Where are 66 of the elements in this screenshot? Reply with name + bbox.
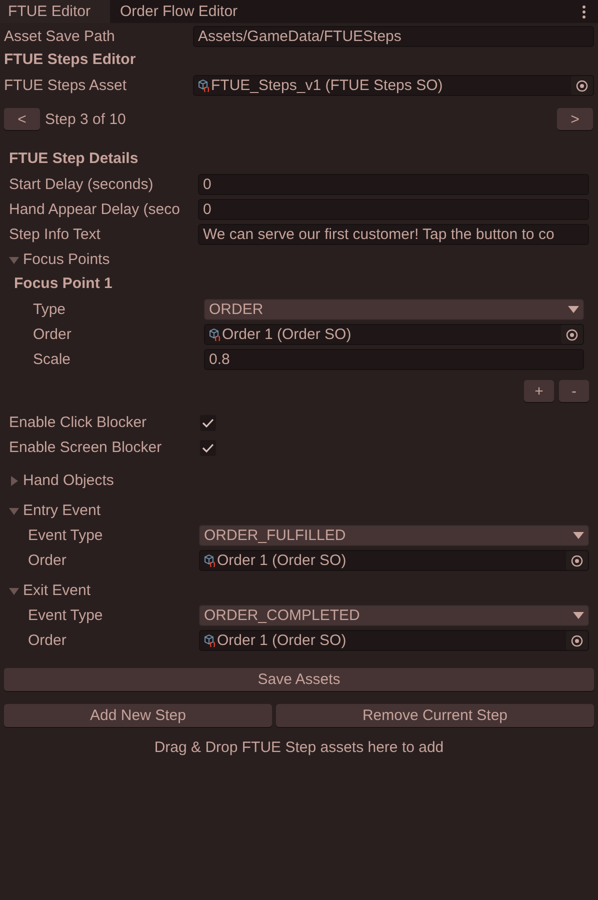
field-label: Scale [32,351,72,368]
dropdown-arrow-icon [573,612,584,619]
field-label: Event Type [27,607,104,624]
previous-button[interactable]: < [4,108,40,130]
asset-icon [204,554,216,568]
asset-icon [198,78,210,92]
focus-point-title: Focus Point 1 [14,275,114,294]
object-field[interactable]: FTUE_Steps_v1 (FTUE Steps SO) [193,75,594,96]
field-label: FTUE Steps Asset [4,77,128,94]
object-field[interactable]: Order 1 (Order SO) [204,324,584,345]
input-field[interactable]: 0 [198,174,589,195]
dropdown-field[interactable]: ORDER_FULFILLED [199,525,589,546]
field-label: Order [27,632,68,649]
remove-button[interactable]: - [559,380,589,402]
target-icon [566,328,578,340]
object-picker-button[interactable] [561,325,583,344]
object-field[interactable]: Order 1 (Order SO) [199,550,589,571]
save-button[interactable]: Save Assets [4,668,594,691]
field-label: Step Info Text [9,226,102,243]
field-label: Event Type [27,527,104,544]
remove-step-button[interactable]: Remove Current Step [276,704,594,727]
toggle-label: Enable Click Blocker [9,414,148,431]
foldout-header[interactable]: Hand Objects [9,468,589,493]
asset-icon [209,328,221,342]
object-picker-button[interactable] [571,76,593,95]
field-label: Hand Appear Delay (seco [9,201,181,218]
next-button[interactable]: > [557,108,593,130]
asset-icon [204,634,216,648]
input-field[interactable]: We can serve our first customer! Tap the button to co [198,224,589,245]
field-label: Order [27,552,68,569]
field-label: Start Delay (seconds) [9,176,154,193]
dropdown-field[interactable]: ORDER_COMPLETED [199,605,589,626]
object-picker-button[interactable] [566,631,588,650]
target-icon [571,634,583,646]
drop-hint: Drag & Drop FTUE Step assets here to add [154,739,444,756]
input-field[interactable]: 0 [198,199,589,220]
menu-icon[interactable] [582,4,586,18]
object-picker-button[interactable] [566,551,588,570]
foldout-label: Hand Objects [23,472,114,489]
dropdown-field[interactable]: ORDER [204,299,584,320]
step-counter: Step 3 of 10 [45,110,126,128]
section-title: FTUE Step Details [9,150,140,169]
foldout-label: Focus Points [23,251,110,268]
checkbox[interactable] [200,414,216,430]
field-label: Asset Save Path [4,28,116,45]
field-label: Order [32,326,72,343]
editor-tab[interactable]: Order Flow Editor [110,0,248,23]
editor-tab[interactable]: FTUE Editor [0,0,110,23]
object-field[interactable]: Order 1 (Order SO) [199,630,589,651]
toggle-label: Enable Screen Blocker [9,439,163,456]
dropdown-arrow-icon [573,532,584,539]
section-title: FTUE Steps Editor [3,50,137,70]
target-icon [576,80,588,92]
field-label: Type [32,301,67,318]
foldout-header[interactable]: Focus Points [9,247,589,272]
target-icon [571,554,583,566]
foldout-label: Exit Event [23,582,91,599]
foldout-header[interactable]: Exit Event [9,578,589,603]
foldout-header[interactable]: Entry Event [9,498,589,523]
dropdown-arrow-icon [568,306,579,313]
add-button[interactable]: + [524,380,554,402]
add-step-button[interactable]: Add New Step [4,704,272,727]
input-field[interactable]: 0.8 [204,349,584,370]
checkbox[interactable] [200,440,216,456]
foldout-label: Entry Event [23,502,101,519]
path-field[interactable]: Assets/GameData/FTUESteps [193,26,594,47]
